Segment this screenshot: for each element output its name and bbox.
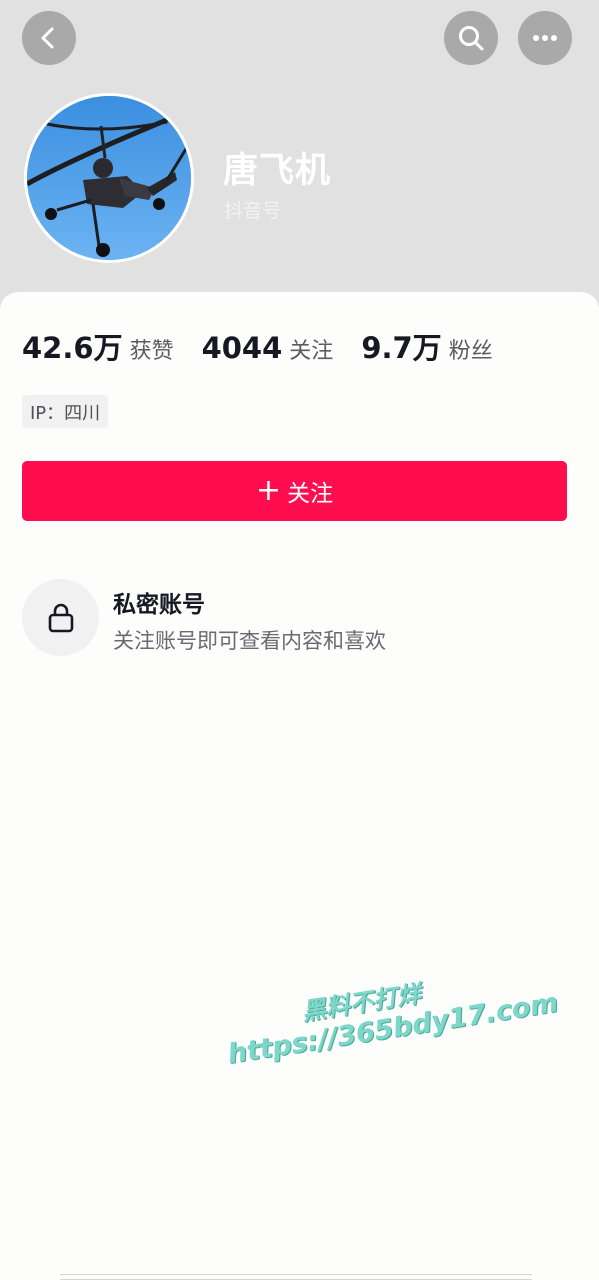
profile-stats: 42.6万 获赞 4044 关注 9.7万 粉丝 <box>22 325 521 367</box>
follow-button[interactable]: + 关注 <box>22 461 567 521</box>
profile-handle-label[interactable]: 抖音号 <box>224 196 281 223</box>
stat-following-value: 4044 <box>201 331 283 365</box>
stat-following[interactable]: 4044 关注 <box>202 331 334 365</box>
profile-name: 唐飞机 <box>223 151 332 191</box>
stat-likes-value: 42.6万 <box>22 331 123 365</box>
bottom-divider <box>60 1274 532 1280</box>
avatar-gyrocopter-photo <box>27 96 191 260</box>
plus-icon: + <box>255 473 282 508</box>
private-account-title: 私密账号 <box>113 592 205 618</box>
stat-following-label: 关注 <box>289 339 334 364</box>
private-account-icon-wrapper <box>22 579 99 656</box>
search-button[interactable] <box>444 11 498 65</box>
chevron-left-icon <box>41 27 54 49</box>
lock-icon <box>48 603 73 632</box>
stat-likes-label: 获赞 <box>129 339 174 364</box>
profile-card <box>0 292 599 1280</box>
stat-followers[interactable]: 9.7万 粉丝 <box>361 325 492 367</box>
ip-location-tag: IP：四川 <box>22 395 109 428</box>
avatar[interactable] <box>24 93 194 263</box>
stat-followers-value: 9.7万 <box>361 331 442 365</box>
follow-button-label: 关注 <box>287 481 334 507</box>
more-horizontal-icon <box>533 35 557 41</box>
search-icon <box>459 26 484 51</box>
back-button[interactable] <box>22 11 76 65</box>
stat-followers-label: 粉丝 <box>448 339 493 364</box>
private-account-description: 关注账号即可查看内容和喜欢 <box>113 629 386 653</box>
more-button[interactable] <box>518 11 572 65</box>
stat-likes[interactable]: 42.6万 获赞 <box>22 325 174 367</box>
